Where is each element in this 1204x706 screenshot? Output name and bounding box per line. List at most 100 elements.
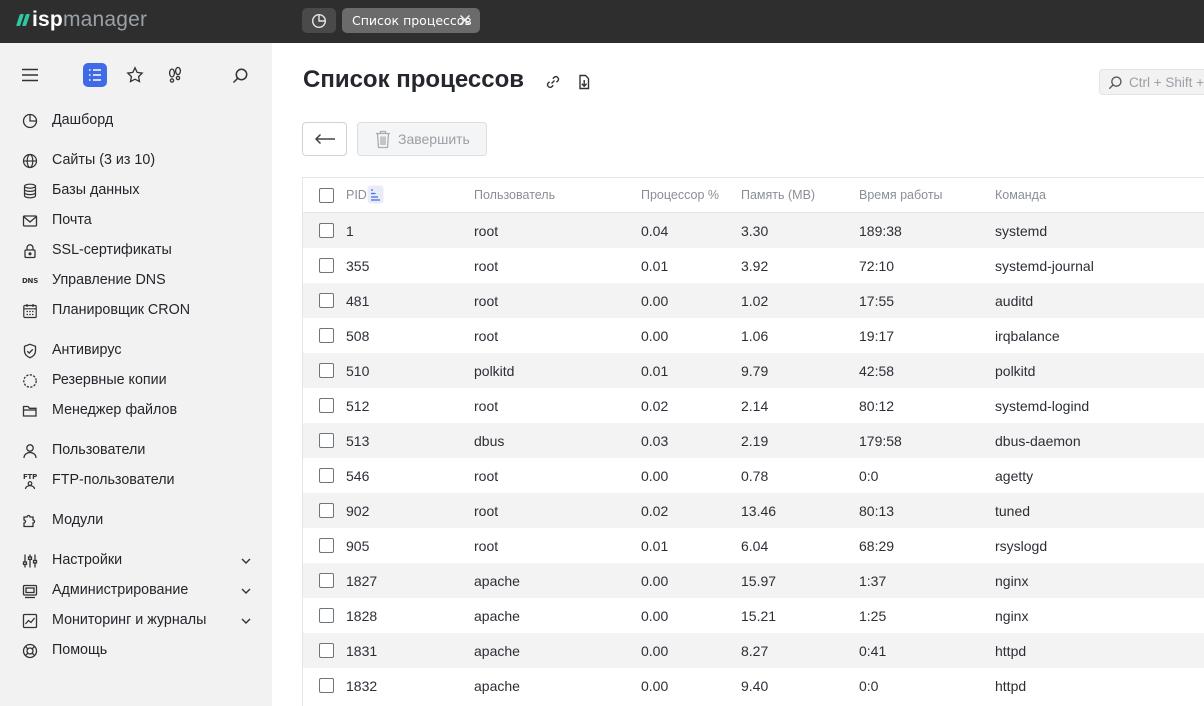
sidebar-item-label: Сайты (3 из 10) [52, 152, 156, 168]
tab-label: Список процессов [352, 13, 472, 28]
sidebar-list-view-button[interactable] [83, 63, 107, 87]
sidebar-item-administration[interactable]: Администрирование [0, 578, 272, 604]
row-checkbox[interactable] [319, 293, 334, 308]
sidebar-item-databases[interactable]: Базы данных [0, 178, 272, 204]
column-header-user[interactable]: Пользователь [474, 188, 555, 202]
row-checkbox[interactable] [319, 643, 334, 658]
column-header-memory[interactable]: Память (MB) [741, 188, 815, 202]
table-row[interactable]: 902 root 0.02 13.46 80:13 tuned [303, 493, 1204, 528]
tab-dashboard[interactable] [302, 8, 336, 33]
row-checkbox[interactable] [319, 258, 334, 273]
download-icon[interactable] [575, 73, 593, 91]
sidebar-item-backups[interactable]: Резервные копии [0, 368, 272, 394]
cell-uptime: 19:17 [859, 328, 895, 344]
cell-uptime: 80:12 [859, 398, 895, 414]
sidebar-item-users[interactable]: Пользователи [0, 438, 272, 464]
table-row[interactable]: 905 root 0.01 6.04 68:29 rsyslogd [303, 528, 1204, 563]
row-checkbox[interactable] [319, 538, 334, 553]
kill-button-label: Завершить [398, 131, 470, 147]
sidebar-item-help[interactable]: Помощь [0, 638, 272, 664]
cell-cpu: 0.02 [641, 503, 669, 519]
sidebar-item-antivirus[interactable]: Антивирус [0, 338, 272, 364]
chevron-down-icon[interactable] [240, 556, 252, 566]
table-row[interactable]: 1828 apache 0.00 15.21 1:25 nginx [303, 598, 1204, 633]
cell-memory: 0.78 [741, 468, 769, 484]
help-icon [22, 643, 38, 659]
dns-icon: DNS [22, 273, 38, 289]
sidebar-item-file-manager[interactable]: Менеджер файлов [0, 398, 272, 424]
select-all-checkbox[interactable] [319, 188, 334, 203]
cell-user: root [474, 258, 499, 274]
cell-command: nginx [995, 573, 1029, 589]
cell-pid: 508 [346, 328, 370, 344]
sidebar-item-ftp-users[interactable]: FTP FTP-пользователи [0, 468, 272, 494]
sidebar-item-dashboard[interactable]: Дашборд [0, 108, 272, 134]
cell-user: root [474, 468, 499, 484]
cell-cpu: 0.01 [641, 258, 669, 274]
row-checkbox[interactable] [319, 503, 334, 518]
table-row[interactable]: 512 root 0.02 2.14 80:12 systemd-logind [303, 388, 1204, 423]
cell-command: irqbalance [995, 328, 1060, 344]
cell-uptime: 80:13 [859, 503, 895, 519]
tab-process-list[interactable]: Список процессов [342, 8, 480, 33]
logo-mark-icon [16, 14, 30, 26]
column-header-pid[interactable]: PID [346, 188, 367, 202]
close-icon[interactable] [458, 13, 472, 27]
sidebar-item-monitoring[interactable]: Мониторинг и журналы [0, 608, 272, 634]
chevron-down-icon[interactable] [240, 616, 252, 626]
row-checkbox[interactable] [319, 223, 334, 238]
cell-memory: 15.97 [741, 573, 777, 589]
table-row[interactable]: 1831 apache 0.00 8.27 0:41 httpd [303, 633, 1204, 668]
row-checkbox[interactable] [319, 328, 334, 343]
folder-icon [22, 403, 38, 419]
sidebar-item-dns[interactable]: DNS Управление DNS [0, 268, 272, 294]
sidebar-item-cron[interactable]: Планировщик CRON [0, 298, 272, 324]
table-row[interactable]: 481 root 0.00 1.02 17:55 auditd [303, 283, 1204, 318]
sidebar-search-button[interactable] [228, 63, 252, 87]
chevron-down-icon[interactable] [240, 586, 252, 596]
link-icon[interactable] [544, 73, 562, 91]
cell-user: root [474, 538, 499, 554]
sidebar-item-label: Планировщик CRON [52, 302, 191, 318]
column-header-uptime[interactable]: Время работы [859, 188, 943, 202]
row-checkbox[interactable] [319, 608, 334, 623]
calendar-icon [22, 303, 38, 319]
kill-process-button[interactable]: Завершить [357, 122, 487, 156]
sidebar-item-modules[interactable]: Модули [0, 508, 272, 534]
sidebar-item-label: FTP-пользователи [52, 472, 175, 488]
table-row[interactable]: 510 polkitd 0.01 9.79 42:58 polkitd [303, 353, 1204, 388]
table-row[interactable]: 513 dbus 0.03 2.19 179:58 dbus-daemon [303, 423, 1204, 458]
column-header-command[interactable]: Команда [995, 188, 1046, 202]
row-checkbox[interactable] [319, 678, 334, 693]
sort-ascending-icon[interactable] [367, 185, 384, 204]
sidebar-item-label: Помощь [52, 642, 108, 658]
hamburger-menu-button[interactable] [18, 63, 42, 87]
table-row[interactable]: 355 root 0.01 3.92 72:10 systemd-journal [303, 248, 1204, 283]
app-logo[interactable]: isp manager [16, 8, 147, 32]
recent-button[interactable] [163, 63, 187, 87]
sidebar-item-ssl[interactable]: SSL-сертификаты [0, 238, 272, 264]
row-checkbox[interactable] [319, 433, 334, 448]
table-row[interactable]: 1 root 0.04 3.30 189:38 systemd [303, 213, 1204, 248]
search-input[interactable]: Ctrl + Shift + [1099, 69, 1204, 95]
list-icon [89, 69, 101, 81]
row-checkbox[interactable] [319, 398, 334, 413]
cell-pid: 1 [346, 223, 354, 239]
favorites-button[interactable] [123, 63, 147, 87]
back-button[interactable] [302, 122, 347, 156]
sidebar-item-mail[interactable]: Почта [0, 208, 272, 234]
table-row[interactable]: 1832 apache 0.00 9.40 0:0 httpd [303, 668, 1204, 703]
table-row[interactable]: 1827 apache 0.00 15.97 1:37 nginx [303, 563, 1204, 598]
cell-pid: 905 [346, 538, 370, 554]
puzzle-icon [22, 513, 38, 529]
table-row[interactable]: 546 root 0.00 0.78 0:0 agetty [303, 458, 1204, 493]
row-checkbox[interactable] [319, 468, 334, 483]
chart-icon [22, 613, 38, 629]
row-checkbox[interactable] [319, 363, 334, 378]
cell-command: nginx [995, 608, 1029, 624]
table-row[interactable]: 508 root 0.00 1.06 19:17 irqbalance [303, 318, 1204, 353]
sidebar-item-sites[interactable]: Сайты (3 из 10) [0, 148, 272, 174]
row-checkbox[interactable] [319, 573, 334, 588]
sidebar-item-settings[interactable]: Настройки [0, 548, 272, 574]
column-header-cpu[interactable]: Процессор % [641, 188, 719, 202]
